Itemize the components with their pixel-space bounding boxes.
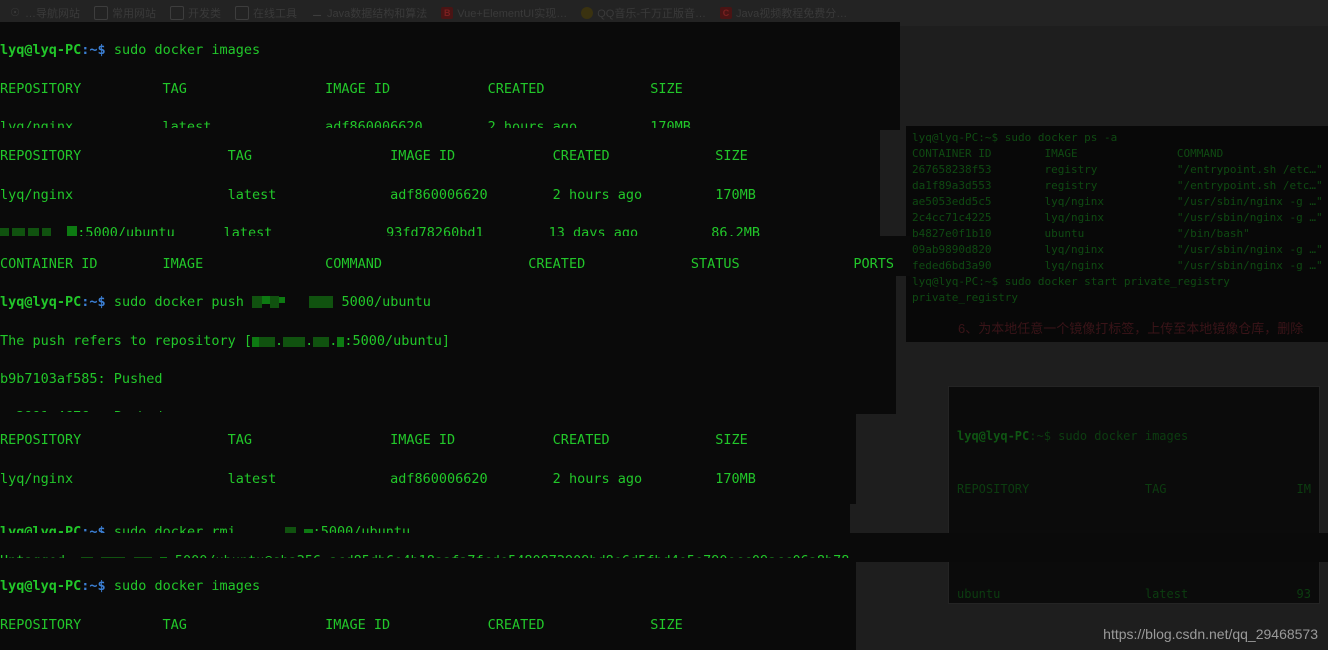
dim-terminal-text: lyq@lyq-PC:~$ sudo docker ps -a CONTAINE… (912, 131, 1323, 304)
terminal-table-header: REPOSITORY TAG IMAGE ID CREATED SIZE (0, 432, 748, 449)
terminal-table-row: lyq/nginx latest adf860006620 2 hours ag… (0, 470, 756, 487)
terminal-block-images-1: lyq@lyq-PC:~$ sudo docker images REPOSIT… (0, 22, 900, 130)
java-icon: ⚊ (312, 7, 322, 19)
bookmark-label: Vue+ElementUI实现… (457, 8, 568, 20)
bookmark-item-1[interactable]: 常用网站 (89, 4, 161, 22)
terminal-table-header: CONTAINER ID IMAGE COMMAND CREATED STATU… (0, 256, 895, 273)
bookmark-label: Java视频教程免费分… (735, 8, 848, 20)
terminal-table-header: REPOSITORY TAG IMAGE ID CREATED SIZE (0, 148, 748, 165)
bookmark-label: Java数据结构和算法 (327, 8, 428, 20)
bookmark-item-5[interactable]: B Vue+ElementUI实现… (436, 4, 572, 22)
watermark: https://blog.csdn.net/qq_29468573 (1103, 626, 1318, 642)
terminal-block-images-3: REPOSITORY TAG IMAGE ID CREATED SIZE lyq… (0, 412, 856, 504)
terminal-push-refers: The push refers to repository [...:5000/… (0, 332, 451, 349)
censor-block (251, 296, 262, 309)
censor-block (258, 336, 275, 347)
bookmark-item-6[interactable]: QQ音乐-千万正版音… (576, 4, 711, 22)
censor-block (278, 297, 285, 304)
dim-terminal-docker-ps: lyq@lyq-PC:~$ sudo docker ps -a CONTAINE… (906, 126, 1328, 342)
censor-block (283, 336, 306, 347)
bookmark-item-2[interactable]: 开发类 (165, 4, 226, 22)
dim-editor-lines: lyq@lyq-PC:~$ sudo docker images REPOSIT… (957, 429, 1312, 601)
music-icon (581, 7, 594, 19)
folder-icon (94, 6, 108, 20)
terminal-block-images-2: REPOSITORY TAG IMAGE ID CREATED SIZE lyq… (0, 128, 880, 238)
folder-icon (235, 6, 249, 20)
terminal-prompt-line-images: lyq@lyq-PC:~$ sudo docker images (0, 578, 261, 595)
dim-editor-preview-pane: lyq@lyq-PC:~$ sudo docker images REPOSIT… (948, 386, 1320, 604)
folder-icon (170, 6, 184, 20)
bookmark-item-3[interactable]: 在线工具 (230, 4, 302, 22)
terminal-table-header: REPOSITORY TAG IMAGE ID CREATED SIZE (0, 80, 683, 97)
terminal-prompt-line-push: lyq@lyq-PC:~$ sudo docker push 5000/ubun… (0, 294, 431, 311)
csdn-icon: C (719, 7, 732, 19)
terminal-table-header: REPOSITORY TAG IMAGE ID CREATED SIZE (0, 616, 683, 633)
bookmark-label: 开发类 (188, 8, 221, 20)
censor-block (313, 336, 330, 347)
terminal-block-images-4: lyq@lyq-PC:~$ sudo docker images REPOSIT… (0, 558, 856, 650)
terminal-prompt-line: lyq@lyq-PC:~$ sudo docker images (0, 42, 261, 59)
bookmark-label: 常用网站 (112, 8, 156, 20)
bookmark-item-4[interactable]: ⚊ Java数据结构和算法 (306, 4, 432, 22)
terminal-layer-line: b9b7103af585: Pushed (0, 371, 163, 388)
censor-block (261, 296, 270, 305)
censor-block (251, 336, 259, 347)
bootstrap-icon: B (441, 7, 454, 19)
terminal-block-push: lyq@lyq-PC:~$ sudo docker push 5000/ubun… (0, 274, 896, 414)
censor-block (269, 296, 279, 309)
bookmark-item-7[interactable]: C Java视频教程免费分… (715, 4, 852, 22)
bookmark-label: QQ音乐-千万正版音… (597, 8, 706, 20)
terminal-table-row: lyq/nginx latest adf860006620 2 hours ag… (0, 186, 756, 203)
bookmark-label: …导航网站 (25, 8, 80, 20)
censor-block (309, 296, 334, 309)
terminal-block-ps: CONTAINER ID IMAGE COMMAND CREATED STATU… (0, 236, 910, 276)
red-note: 6、为本地任意一个镜像打标签，上传至本地镜像仓库，删除 (958, 321, 1304, 336)
bookmark-label: 在线工具 (253, 8, 297, 20)
bookmark-item-0[interactable]: ☉ …导航网站 (4, 4, 85, 22)
globe-icon: ☉ (10, 7, 20, 19)
